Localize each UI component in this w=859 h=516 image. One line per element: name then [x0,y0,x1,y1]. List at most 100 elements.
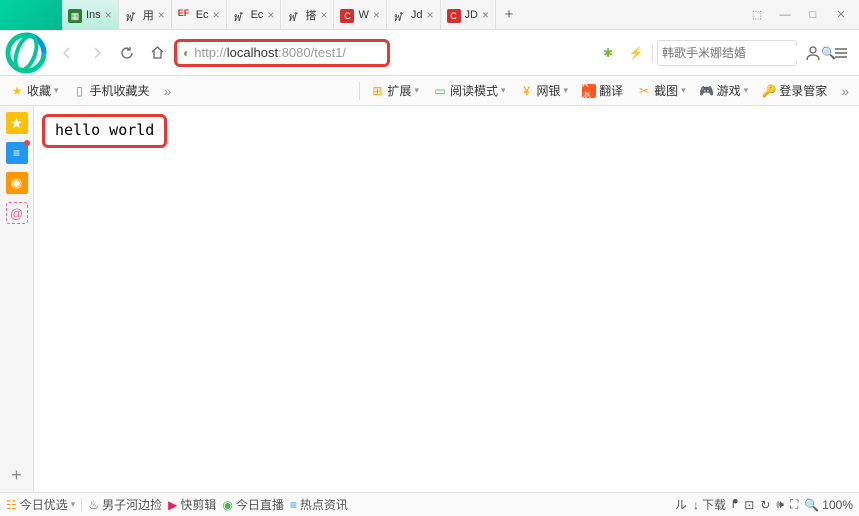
favorites-menu[interactable]: ★ 收藏 ▾ [6,82,63,99]
status-fullscreen-icon[interactable]: ⛶ [790,497,798,512]
tab-favicon-6: ฬ [393,8,407,22]
home-button[interactable] [144,40,170,66]
search-box[interactable]: 🔍 [657,40,797,66]
tab-close-6[interactable]: × [426,8,433,22]
status-hotnews[interactable]: ≡热点资讯 [290,496,348,513]
minimize-button[interactable]: — [771,4,799,26]
tab-label-7: JD [465,9,478,21]
status-today-picks[interactable]: ☷今日优选▾ [6,496,75,513]
title-bar: ▦ Ins × ฬ 用 × EF Ec × ฬ Ec × ฬ 搭 × C W × [0,0,859,30]
status-speaker-icon[interactable]: 🕪 [776,497,784,512]
tab-favicon-4: ฬ [287,8,301,22]
status-mute-icon[interactable]: ル [675,496,687,513]
tab-label-4: 搭 [305,7,316,23]
status-news-ticker[interactable]: ♨男子河边捡 [88,496,162,513]
page-text: hello world [55,121,154,139]
sidebar-add-button[interactable]: + [4,462,30,488]
star-icon: ★ [10,84,24,98]
sidebar-favorites-icon[interactable]: ★ [4,110,30,136]
tab-label-2: Ec [196,9,209,21]
tab-favicon-3: ฬ [233,8,247,22]
status-restore-icon[interactable]: ↻ [760,498,770,512]
new-tab-button[interactable]: + [496,0,522,30]
tab-0[interactable]: ▦ Ins × [62,0,119,30]
page-highlight-box: hello world [42,114,167,148]
tab-close-5[interactable]: × [373,8,380,22]
logo-corner [0,0,62,30]
user-icon[interactable] [801,41,825,65]
tool-reader[interactable]: ▭阅读模式▾ [429,82,510,99]
status-bookmark-icon[interactable]: ᖰ [732,497,738,512]
tab-5[interactable]: C W × [334,0,386,30]
tool-bank[interactable]: ¥网银▾ [516,82,573,99]
tab-7[interactable]: C JD × [441,0,496,30]
tab-label-6: Jd [411,9,423,21]
sidebar-weibo-icon[interactable]: ◉ [4,170,30,196]
fire-icon: ♨ [88,498,99,512]
tab-close-4[interactable]: × [320,8,327,22]
tool-login-manager[interactable]: 🔑登录管家 [758,82,831,99]
tool-screenshot[interactable]: ✂截图▾ [633,82,690,99]
site-security-icon: ◐ [183,46,190,60]
tab-1[interactable]: ฬ 用 × [119,0,172,30]
tab-strip: ▦ Ins × ฬ 用 × EF Ec × ฬ Ec × ฬ 搭 × C W × [62,0,743,30]
address-text: http://localhost:8080/test1/ [194,45,381,60]
tab-label-1: 用 [143,7,154,23]
address-box[interactable]: ◐ http://localhost:8080/test1/ [174,39,390,67]
tab-favicon-5: C [340,8,354,22]
content-area: ★ ≡ ◉ @ + hello world [0,106,859,492]
search-input[interactable] [662,46,817,60]
mobile-favorites[interactable]: ▯ 手机收藏夹 [69,82,154,99]
tool-extensions[interactable]: ⊞扩展▾ [366,82,423,99]
zoom-icon: 🔍 [804,498,819,512]
grid-icon: ⊞ [370,84,384,98]
bank-icon: ¥ [520,84,534,98]
status-zoom[interactable]: 🔍100% [804,498,853,512]
more-tools[interactable]: » [837,83,853,99]
tool-translate[interactable]: Aあ翻译 [578,82,627,99]
flash-icon[interactable]: ⚡ [624,41,648,65]
tab-label-3: Ec [251,9,264,21]
left-sidebar: ★ ≡ ◉ @ + [0,106,34,492]
tab-favicon-1: ฬ [125,8,139,22]
tab-4[interactable]: ฬ 搭 × [281,0,334,30]
more-bookmarks[interactable]: » [160,83,176,99]
tab-close-0[interactable]: × [105,8,112,22]
status-live[interactable]: ◉今日直播 [222,496,284,513]
status-pip-icon[interactable]: ⊡ [744,498,754,512]
sidebar-news-icon[interactable]: ≡ [4,140,30,166]
status-download[interactable]: ↓下载 [693,496,726,513]
tab-favicon-2: EF [178,8,192,22]
tool-games[interactable]: 🎮游戏▾ [696,82,753,99]
close-window-button[interactable]: ✕ [827,4,855,26]
gamepad-icon: 🎮 [700,84,714,98]
tab-favicon-0: ▦ [68,8,82,22]
tab-close-1[interactable]: × [158,8,165,22]
menu-icon[interactable] [829,41,853,65]
browser-logo[interactable] [2,33,50,73]
list-icon: ≡ [290,498,297,512]
tab-3[interactable]: ฬ Ec × [227,0,282,30]
sidebar-mail-icon[interactable]: @ [4,200,30,226]
address-bar-row: ◐ http://localhost:8080/test1/ ✱ ⚡ 🔍 [0,30,859,76]
translate-icon: Aあ [582,84,596,98]
skin-button[interactable]: ⬚ [743,4,771,26]
scissors-icon: ✂ [637,84,651,98]
tab-label-5: W [358,9,368,21]
status-clip[interactable]: ▶快剪辑 [168,496,216,513]
window-controls: ⬚ — □ ✕ [743,4,859,26]
maximize-button[interactable]: □ [799,4,827,26]
status-bar: ☷今日优选▾ ♨男子河边捡 ▶快剪辑 ◉今日直播 ≡热点资讯 ル ↓下载 ᖰ ⊡… [0,492,859,516]
reload-button[interactable] [114,40,140,66]
camera-icon[interactable]: ✱ [596,41,620,65]
forward-button[interactable] [84,40,110,66]
today-icon: ☷ [6,498,17,512]
tab-2[interactable]: EF Ec × [172,0,227,30]
tab-close-3[interactable]: × [267,8,274,22]
tab-close-2[interactable]: × [213,8,220,22]
tab-favicon-7: C [447,8,461,22]
tab-6[interactable]: ฬ Jd × [387,0,441,30]
tab-close-7[interactable]: × [482,8,489,22]
live-icon: ◉ [222,498,232,512]
back-button[interactable] [54,40,80,66]
